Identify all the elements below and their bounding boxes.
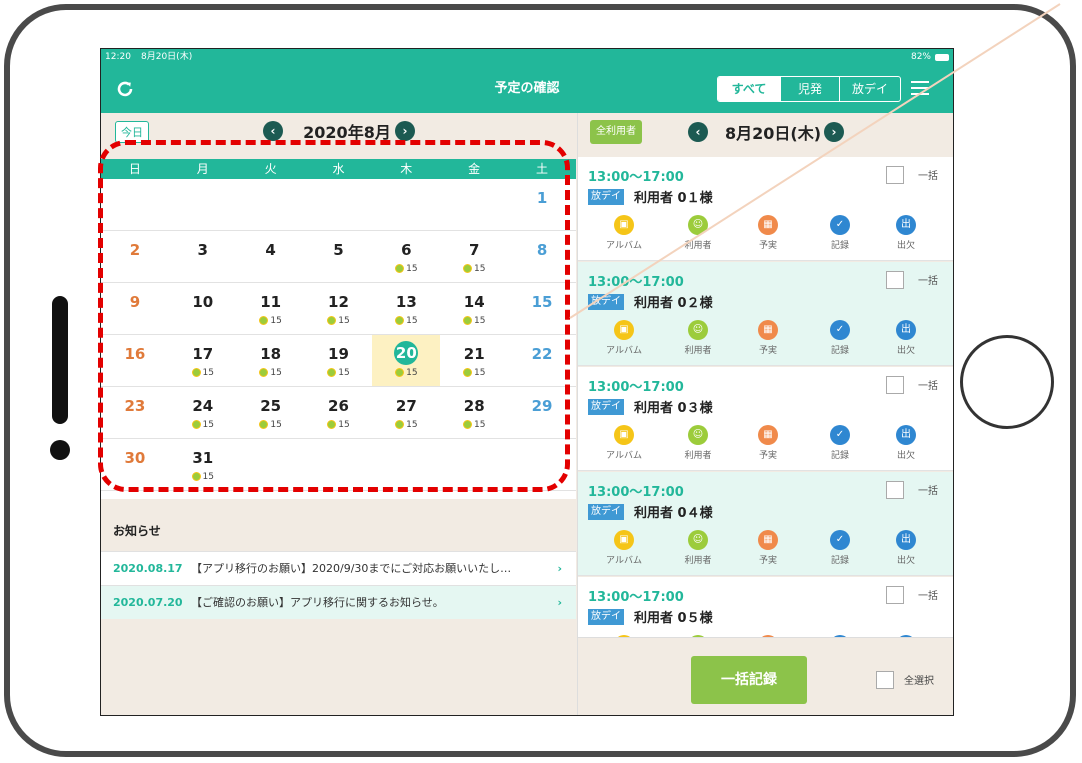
pointer-line — [569, 3, 1061, 319]
